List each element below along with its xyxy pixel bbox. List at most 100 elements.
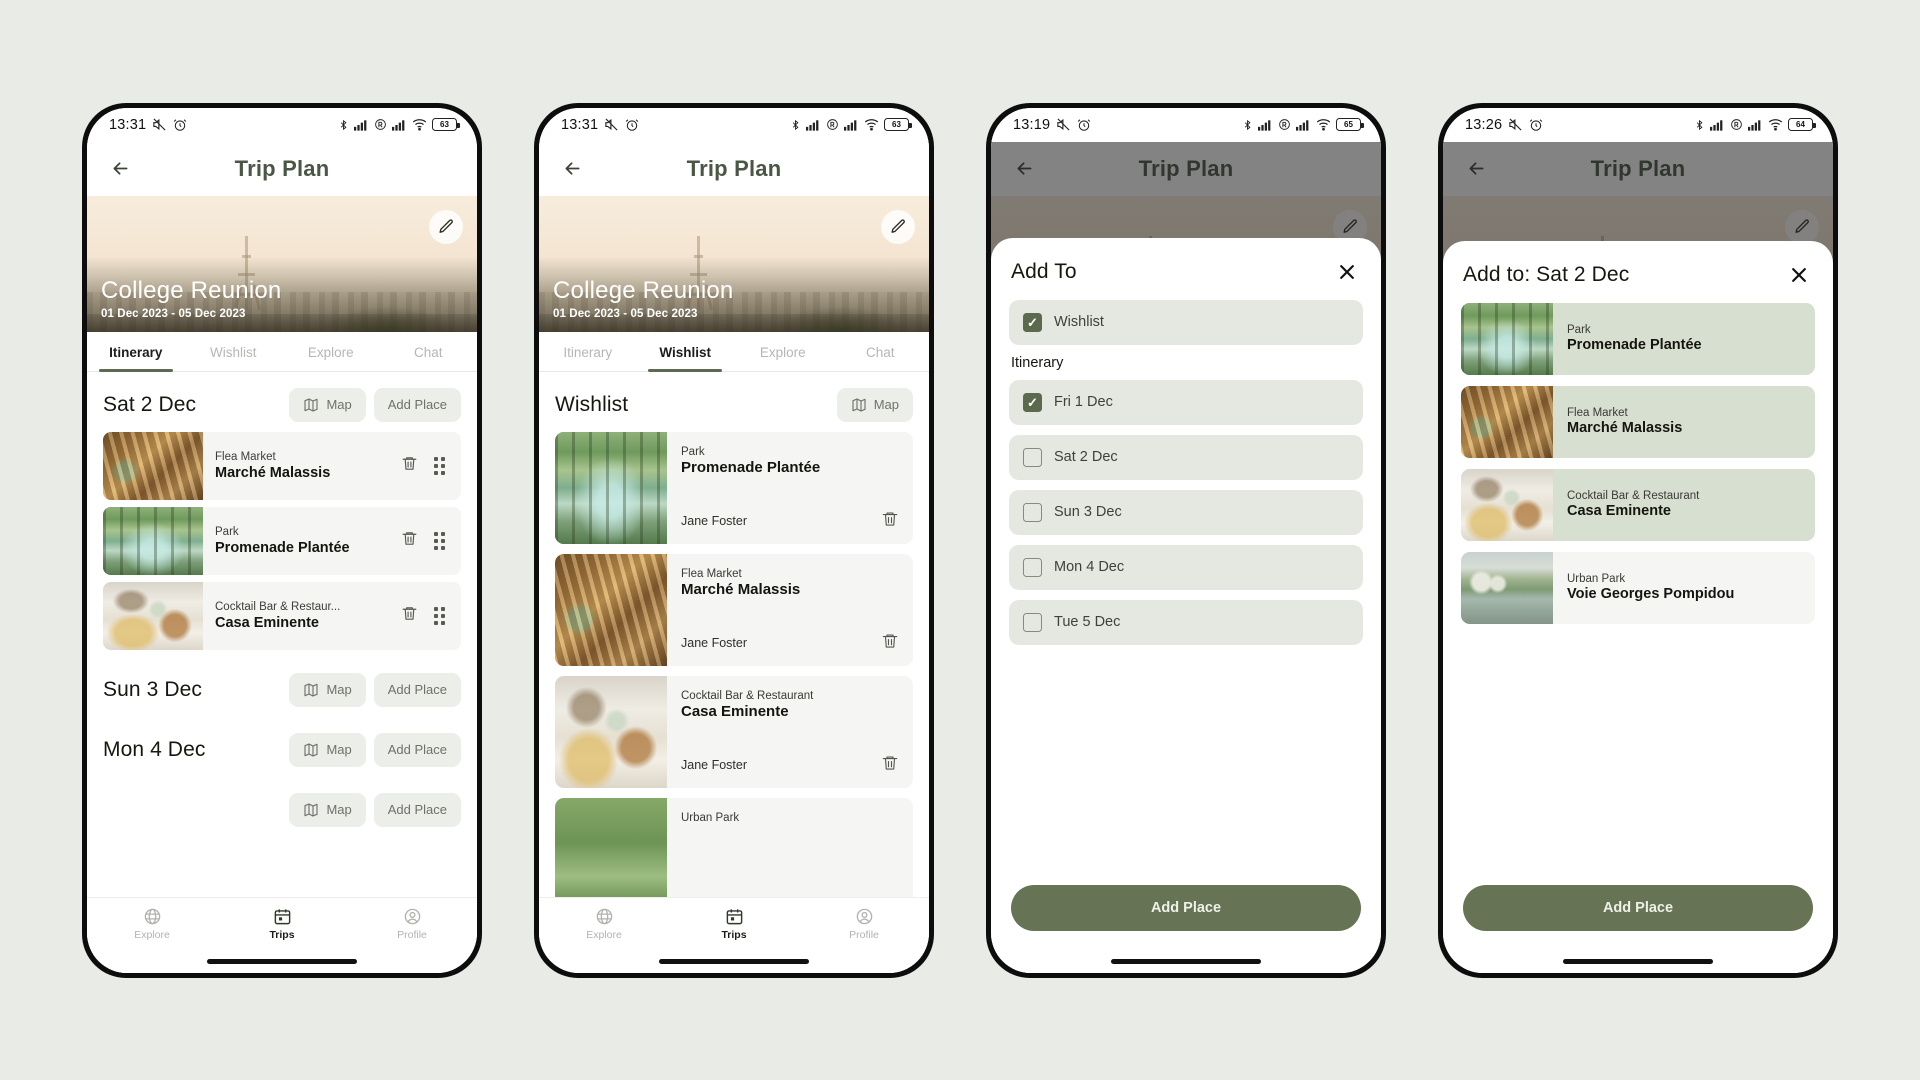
mute-icon <box>1056 117 1071 132</box>
checkbox-icon[interactable] <box>1023 447 1042 467</box>
trip-hero-image: College Reunion 01 Dec 2023 - 05 Dec 202… <box>539 195 929 332</box>
checkbox-checked-icon[interactable] <box>1023 392 1042 412</box>
add-place-button[interactable]: Add Place <box>373 792 461 827</box>
add-place-button[interactable]: Add Place <box>373 672 461 707</box>
place-thumbnail <box>103 581 203 650</box>
itinerary-list[interactable]: Sat 2 Dec Map Add Place Flea Market Marc… <box>87 371 477 897</box>
itinerary-row[interactable]: Flea Market Marché Malassis <box>103 431 461 500</box>
trip-dates: 01 Dec 2023 - 05 Dec 2023 <box>101 307 246 320</box>
wifi-icon <box>1768 118 1783 131</box>
nav-trips[interactable]: Trips <box>669 898 799 951</box>
place-name: Casa Eminente <box>681 702 789 720</box>
day-header: Mon 4 Dec Map Add Place <box>87 717 477 777</box>
selectable-place-card[interactable]: Cocktail Bar & Restaurant Casa Eminente <box>1461 468 1815 541</box>
wishlist-card-partial[interactable]: Urban Park <box>555 797 913 897</box>
option-wishlist[interactable]: Wishlist <box>1009 299 1363 345</box>
place-name: Marché Malassis <box>681 580 801 598</box>
trip-name: College Reunion <box>101 277 282 305</box>
checkbox-icon[interactable] <box>1023 502 1042 522</box>
nav-trips[interactable]: Trips <box>217 898 347 951</box>
phone-wishlist: 13:31 63 Trip Plan College Reunion 01 De… <box>534 102 934 978</box>
option-label: Wishlist <box>1054 314 1104 330</box>
signal-icon <box>1710 119 1725 131</box>
wishlist-card[interactable]: Park Promenade Plantée Jane Foster <box>555 431 913 544</box>
drag-handle-icon[interactable] <box>434 531 445 550</box>
drag-handle-icon[interactable] <box>434 456 445 475</box>
checkbox-icon[interactable] <box>1023 612 1042 632</box>
sheet-footer: Add Place <box>991 871 1381 951</box>
itinerary-row[interactable]: Cocktail Bar & Restaur... Casa Eminente <box>103 581 461 650</box>
place-info: Park Promenade Plantée <box>1553 303 1815 375</box>
add-place-button[interactable]: Add Place <box>373 732 461 767</box>
status-left: 13:31 <box>109 117 187 133</box>
delete-icon[interactable] <box>881 754 899 777</box>
add-place-submit-button[interactable]: Add Place <box>1463 884 1813 931</box>
map-button[interactable]: Map <box>289 387 366 422</box>
sheet-options[interactable]: Wishlist Itinerary Fri 1 Dec Sat 2 Dec <box>991 299 1381 871</box>
edit-trip-button[interactable] <box>429 209 463 244</box>
option-label: Sat 2 Dec <box>1054 449 1118 465</box>
option-mon-4-dec[interactable]: Mon 4 Dec <box>1009 544 1363 590</box>
delete-icon[interactable] <box>401 605 418 627</box>
selectable-place-card[interactable]: Park Promenade Plantée <box>1461 302 1815 375</box>
map-button[interactable]: Map <box>289 672 366 707</box>
itinerary-row[interactable]: Park Promenade Plantée <box>103 506 461 575</box>
place-category: Park <box>681 445 705 458</box>
map-button[interactable]: Map <box>289 792 366 827</box>
wishlist-card[interactable]: Flea Market Marché Malassis Jane Foster <box>555 553 913 666</box>
delete-icon[interactable] <box>401 530 418 552</box>
back-button[interactable] <box>105 154 135 184</box>
wishlist-card[interactable]: Cocktail Bar & Restaurant Casa Eminente … <box>555 675 913 788</box>
wishlist-card-body: Park Promenade Plantée Jane Foster <box>667 432 913 544</box>
battery-icon: 65 <box>1336 118 1364 131</box>
day-actions: Map Add Place <box>289 792 461 827</box>
checkbox-checked-icon[interactable] <box>1023 312 1042 332</box>
tab-itinerary[interactable]: Itinerary <box>539 332 637 371</box>
back-button[interactable] <box>557 154 587 184</box>
edit-trip-button[interactable] <box>881 209 915 244</box>
wishlist-card-head: Cocktail Bar & Restaurant Casa Eminente <box>681 690 899 720</box>
wifi-icon <box>864 118 879 131</box>
map-button[interactable]: Map <box>836 387 913 422</box>
delete-icon[interactable] <box>401 455 418 477</box>
option-tue-5-dec[interactable]: Tue 5 Dec <box>1009 599 1363 645</box>
option-sun-3-dec[interactable]: Sun 3 Dec <box>1009 489 1363 535</box>
add-place-submit-button[interactable]: Add Place <box>1011 884 1361 931</box>
close-icon[interactable] <box>1785 261 1813 289</box>
checkbox-icon[interactable] <box>1023 557 1042 577</box>
bluetooth-icon <box>1694 118 1705 132</box>
status-bar: 13:31 63 <box>87 107 477 142</box>
close-icon[interactable] <box>1333 258 1361 286</box>
signal-icon <box>1258 119 1273 131</box>
tab-wishlist[interactable]: Wishlist <box>637 332 735 372</box>
add-to-day-sheet: Add to: Sat 2 Dec Park Promenade Plantée <box>1443 240 1833 951</box>
nav-explore[interactable]: Explore <box>539 898 669 951</box>
selectable-place-card[interactable]: Flea Market Marché Malassis <box>1461 385 1815 458</box>
day-title: Sun 3 Dec <box>103 677 202 701</box>
tab-wishlist[interactable]: Wishlist <box>185 332 283 371</box>
option-sat-2-dec[interactable]: Sat 2 Dec <box>1009 434 1363 480</box>
tab-chat[interactable]: Chat <box>832 332 930 371</box>
tab-chat[interactable]: Chat <box>380 332 478 371</box>
nav-profile[interactable]: Profile <box>347 898 477 951</box>
delete-icon[interactable] <box>881 632 899 655</box>
wishlist-list[interactable]: Wishlist Map Park Promenade Plantée Jane… <box>539 371 929 897</box>
map-button[interactable]: Map <box>289 732 366 767</box>
drag-handle-icon[interactable] <box>434 606 445 625</box>
add-place-button[interactable]: Add Place <box>373 387 461 422</box>
sheet-place-list[interactable]: Park Promenade Plantée Flea Market March… <box>1443 302 1833 871</box>
sheet-footer: Add Place <box>1443 871 1833 951</box>
battery-icon: 64 <box>1788 118 1816 131</box>
nav-profile[interactable]: Profile <box>799 898 929 951</box>
option-fri-1-dec[interactable]: Fri 1 Dec <box>1009 379 1363 425</box>
hero-text: College Reunion 01 Dec 2023 - 05 Dec 202… <box>553 277 733 319</box>
tab-itinerary[interactable]: Itinerary <box>87 332 185 372</box>
selectable-place-card[interactable]: Urban Park Voie Georges Pompidou <box>1461 551 1815 624</box>
tab-explore[interactable]: Explore <box>282 332 380 371</box>
delete-icon[interactable] <box>881 510 899 533</box>
screen-wishlist: 13:31 63 Trip Plan College Reunion 01 De… <box>539 107 930 973</box>
option-label: Mon 4 Dec <box>1054 559 1125 575</box>
nav-explore[interactable]: Explore <box>87 898 217 951</box>
tab-explore[interactable]: Explore <box>734 332 832 371</box>
bluetooth-icon <box>790 118 801 132</box>
